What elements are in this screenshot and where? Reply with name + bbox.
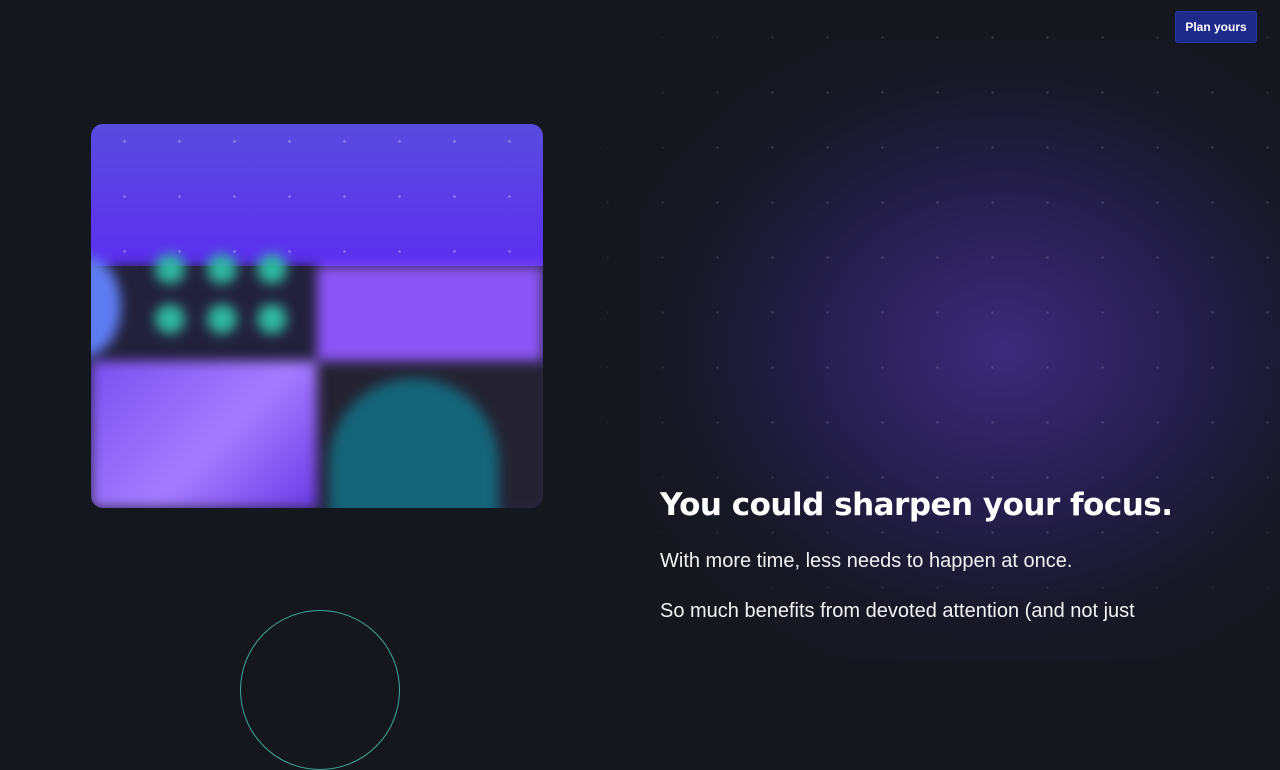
hero-heading: You could sharpen your focus. bbox=[660, 487, 1173, 523]
teal-dot bbox=[257, 304, 287, 334]
background-dot-grid bbox=[600, 0, 1280, 630]
block-violet bbox=[317, 266, 543, 361]
hero-paragraph: So much benefits from devoted attention … bbox=[660, 600, 1135, 622]
hero-subheading: With more time, less needs to happen at … bbox=[660, 550, 1073, 572]
teal-dot bbox=[155, 304, 185, 334]
teal-dot bbox=[207, 304, 237, 334]
decorative-ring bbox=[240, 610, 400, 770]
teal-dot bbox=[207, 254, 237, 284]
illustration-blurred-blocks bbox=[91, 254, 543, 508]
block-gradient bbox=[91, 361, 317, 508]
teal-dot bbox=[257, 254, 287, 284]
illustration-dot-pattern bbox=[91, 124, 543, 266]
hero-illustration bbox=[91, 124, 543, 508]
teal-dot bbox=[155, 254, 185, 284]
plan-yours-button[interactable]: Plan yours bbox=[1175, 11, 1257, 43]
